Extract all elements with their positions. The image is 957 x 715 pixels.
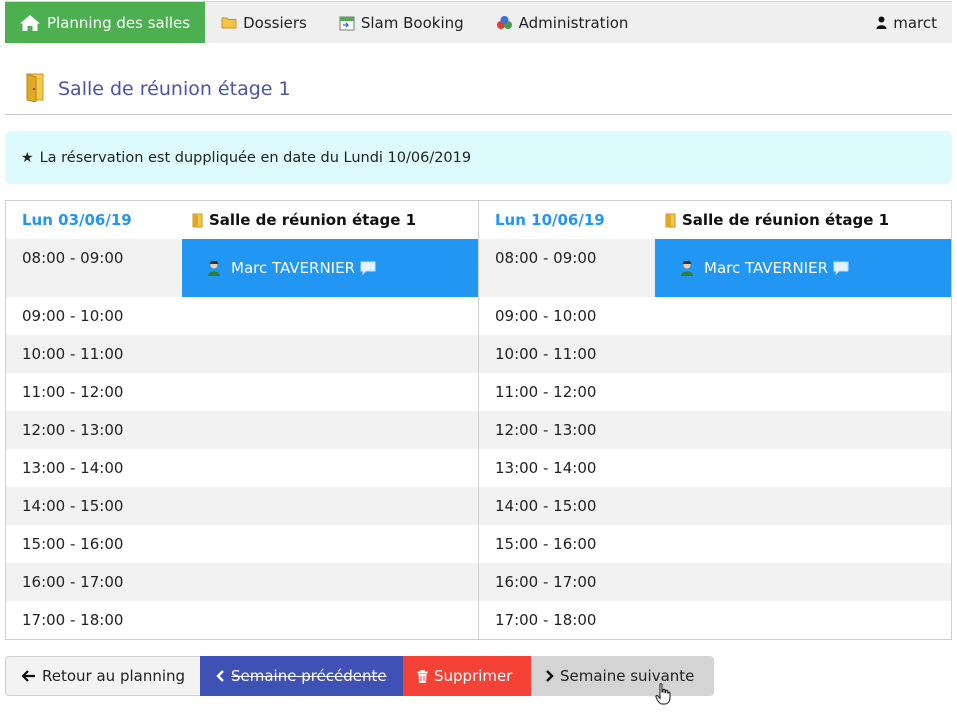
time-slot-row[interactable]: 13:00 - 14:00 — [479, 449, 951, 487]
day-panel-2: Lun 10/06/19 Salle de réunion étage 1 08… — [478, 200, 952, 640]
nav-user-menu[interactable]: marct — [860, 2, 952, 43]
time-slot-label: 09:00 - 10:00 — [495, 307, 597, 325]
time-slot-row[interactable]: 12:00 - 13:00 — [479, 411, 951, 449]
time-slot-label: 11:00 - 12:00 — [22, 383, 124, 401]
nav-administration-label: Administration — [518, 13, 629, 32]
time-slot-row[interactable]: 16:00 - 17:00 — [6, 563, 478, 601]
nav-user-label: marct — [893, 13, 937, 32]
next-week-button[interactable]: Semaine suivante — [531, 656, 714, 696]
delete-label: Supprimer — [434, 667, 513, 685]
time-slot-label: 15:00 - 16:00 — [495, 535, 597, 553]
back-to-planning-label: Retour au planning — [42, 667, 186, 685]
back-to-planning-button[interactable]: Retour au planning — [5, 656, 200, 696]
nav-planning-des-salles[interactable]: Planning des salles — [5, 2, 206, 43]
page-title: Salle de réunion étage 1 — [58, 78, 291, 100]
nav-dossiers-label: Dossiers — [243, 13, 307, 32]
time-slot-label: 12:00 - 13:00 — [495, 421, 597, 439]
time-slot-label: 13:00 - 14:00 — [22, 459, 124, 477]
booking-block[interactable]: Marc TAVERNIER — [655, 239, 951, 297]
day-panel-header: Lun 10/06/19 Salle de réunion étage 1 — [479, 201, 951, 239]
nav-planning-label: Planning des salles — [47, 13, 191, 32]
time-slot-row[interactable]: 10:00 - 11:00 — [479, 335, 951, 373]
comment-icon[interactable] — [833, 261, 849, 275]
chevron-left-icon — [216, 670, 225, 682]
door-icon — [192, 213, 203, 228]
time-slot-row[interactable]: 10:00 - 11:00 — [6, 335, 478, 373]
delete-button[interactable]: Supprimer — [403, 656, 531, 696]
time-slot-row[interactable]: 16:00 - 17:00 — [479, 563, 951, 601]
nav-administration[interactable]: Administration — [480, 2, 645, 43]
time-slot-row[interactable]: 11:00 - 12:00 — [479, 373, 951, 411]
door-icon — [665, 213, 676, 228]
next-week-label: Semaine suivante — [560, 667, 695, 685]
time-slot-row[interactable]: 08:00 - 09:00 Marc TAVERNIER — [6, 239, 478, 297]
time-slot-label: 08:00 - 09:00 — [22, 249, 124, 267]
day-date[interactable]: Lun 03/06/19 — [22, 211, 132, 229]
time-slot-label: 13:00 - 14:00 — [495, 459, 597, 477]
admin-icon — [496, 15, 513, 30]
time-slot-label: 15:00 - 16:00 — [22, 535, 124, 553]
time-slot-label: 08:00 - 09:00 — [495, 249, 597, 267]
person-icon — [206, 260, 222, 276]
nav-slam-booking-label: Slam Booking — [360, 13, 464, 32]
booking-name: Marc TAVERNIER — [231, 259, 355, 277]
room-name: Salle de réunion étage 1 — [192, 211, 416, 229]
time-slot-label: 10:00 - 11:00 — [22, 345, 124, 363]
booking-name: Marc TAVERNIER — [704, 259, 828, 277]
time-slot-label: 17:00 - 18:00 — [495, 611, 597, 629]
time-slot-label: 12:00 - 13:00 — [22, 421, 124, 439]
time-slot-label: 16:00 - 17:00 — [22, 573, 124, 591]
duplication-alert: ★ La réservation est duppliquée en date … — [5, 131, 952, 184]
time-slot-label: 16:00 - 17:00 — [495, 573, 597, 591]
time-slot-row[interactable]: 12:00 - 13:00 — [6, 411, 478, 449]
time-slot-row[interactable]: 13:00 - 14:00 — [6, 449, 478, 487]
star-icon: ★ — [21, 149, 34, 166]
room-name-label: Salle de réunion étage 1 — [682, 211, 890, 229]
top-navbar: Planning des salles Dossiers Slam Bookin… — [5, 1, 952, 43]
room-name-label: Salle de réunion étage 1 — [209, 211, 417, 229]
time-slot-row[interactable]: 17:00 - 18:00 — [479, 601, 951, 639]
time-slot-label: 10:00 - 11:00 — [495, 345, 597, 363]
comment-icon[interactable] — [360, 261, 376, 275]
chevron-right-icon — [545, 670, 554, 682]
time-slot-row[interactable]: 14:00 - 15:00 — [6, 487, 478, 525]
time-slot-row[interactable]: 09:00 - 10:00 — [6, 297, 478, 335]
page-header: Salle de réunion étage 1 — [24, 72, 291, 106]
time-slot-label: 11:00 - 12:00 — [495, 383, 597, 401]
nav-slam-booking[interactable]: Slam Booking — [323, 2, 480, 43]
previous-week-label: Semaine précédente — [231, 667, 387, 685]
trash-icon — [417, 669, 428, 683]
day-panel-1: Lun 03/06/19 Salle de réunion étage 1 08… — [5, 200, 479, 640]
action-button-bar: Retour au planning Semaine précédente Su… — [5, 656, 714, 696]
arrow-left-icon — [22, 670, 36, 682]
hand-cursor-icon — [655, 683, 671, 709]
alert-text: La réservation est duppliquée en date du… — [39, 149, 472, 166]
home-icon — [19, 14, 41, 32]
booking-block[interactable]: Marc TAVERNIER — [182, 239, 478, 297]
time-slot-label: 14:00 - 15:00 — [495, 497, 597, 515]
time-slot-label: 14:00 - 15:00 — [22, 497, 124, 515]
time-slot-label: 17:00 - 18:00 — [22, 611, 124, 629]
time-slot-row[interactable]: 08:00 - 09:00 Marc TAVERNIER — [479, 239, 951, 297]
title-divider — [5, 114, 952, 115]
day-panel-header: Lun 03/06/19 Salle de réunion étage 1 — [6, 201, 478, 239]
time-slot-row[interactable]: 11:00 - 12:00 — [6, 373, 478, 411]
folder-icon — [221, 16, 237, 29]
previous-week-button[interactable]: Semaine précédente — [200, 656, 403, 696]
door-icon — [24, 72, 46, 106]
time-slot-row[interactable]: 09:00 - 10:00 — [479, 297, 951, 335]
time-slot-label: 09:00 - 10:00 — [22, 307, 124, 325]
time-slot-row[interactable]: 15:00 - 16:00 — [6, 525, 478, 563]
time-slot-row[interactable]: 14:00 - 15:00 — [479, 487, 951, 525]
room-name: Salle de réunion étage 1 — [665, 211, 889, 229]
person-icon — [679, 260, 695, 276]
user-icon — [876, 16, 887, 29]
calendar-icon — [339, 15, 355, 31]
day-date[interactable]: Lun 10/06/19 — [495, 211, 605, 229]
nav-dossiers[interactable]: Dossiers — [205, 2, 323, 43]
time-slot-row[interactable]: 15:00 - 16:00 — [479, 525, 951, 563]
time-slot-row[interactable]: 17:00 - 18:00 — [6, 601, 478, 639]
